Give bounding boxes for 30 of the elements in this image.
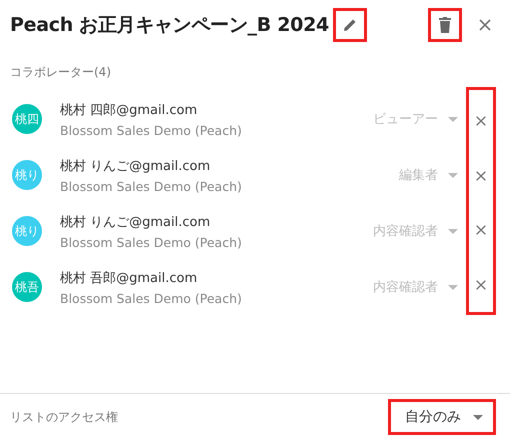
user-org: Blossom Sales Demo (Peach) bbox=[60, 290, 243, 306]
access-dropdown[interactable]: 自分のみ bbox=[388, 399, 496, 435]
edit-button[interactable] bbox=[332, 8, 367, 42]
user-org: Blossom Sales Demo (Peach) bbox=[60, 178, 243, 194]
trash-icon bbox=[439, 17, 451, 33]
caret-icon bbox=[473, 414, 483, 420]
avatar: 桃四 bbox=[12, 104, 42, 134]
avatar: 桃り bbox=[12, 160, 42, 190]
close-icon bbox=[475, 115, 487, 128]
close-icon bbox=[475, 224, 487, 236]
user-email: 桃村 りんご@gmail.com bbox=[60, 214, 212, 230]
section-label: コラボレーター(4) bbox=[9, 64, 112, 81]
close-icon bbox=[478, 18, 492, 32]
access-label: リストのアクセス権 bbox=[10, 408, 118, 426]
caret-icon bbox=[448, 228, 458, 234]
avatar: 桃り bbox=[12, 216, 42, 246]
user-email: 桃村 りんご@gmail.com bbox=[60, 158, 212, 174]
close-icon bbox=[475, 170, 487, 182]
caret-icon bbox=[448, 172, 458, 178]
user-org: Blossom Sales Demo (Peach) bbox=[60, 234, 243, 250]
pencil-icon bbox=[342, 18, 357, 32]
user-email: 桃村 吾郎@gmail.com bbox=[60, 270, 198, 286]
caret-icon bbox=[448, 116, 458, 122]
caret-icon bbox=[448, 284, 458, 290]
avatar: 桃吾 bbox=[12, 272, 42, 302]
list-title: Peach お正月キャンペーン_B 2024 bbox=[10, 13, 329, 38]
close-icon bbox=[475, 278, 487, 291]
user-org: Blossom Sales Demo (Peach) bbox=[60, 122, 243, 138]
delete-button[interactable] bbox=[428, 8, 462, 42]
user-email: 桃村 四郎@gmail.com bbox=[60, 102, 198, 118]
